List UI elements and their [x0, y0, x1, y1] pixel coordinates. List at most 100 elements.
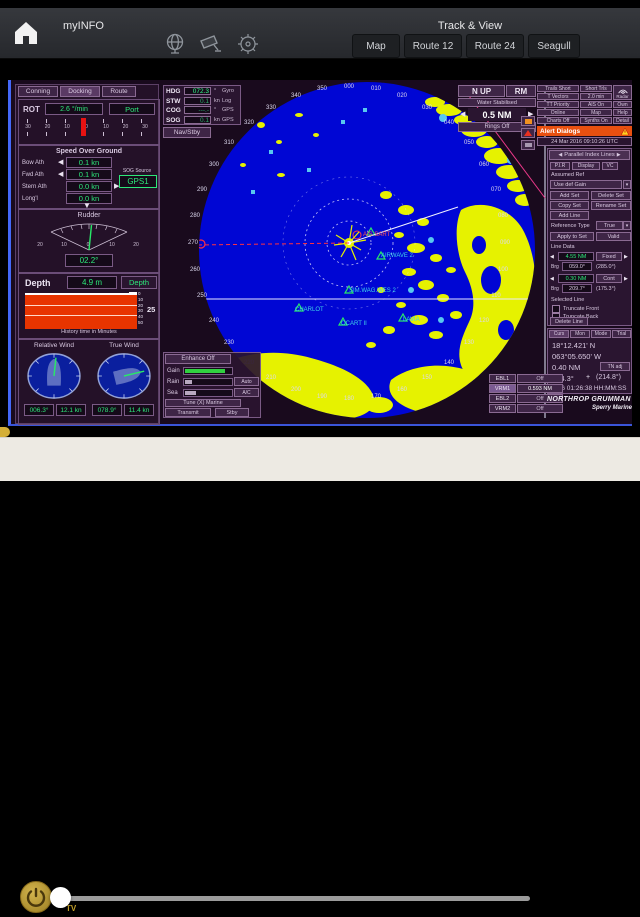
- conning-tab-conning[interactable]: Conning: [18, 86, 58, 97]
- menu-value[interactable]: 2.0 min: [580, 93, 612, 100]
- brilliance-icon: [525, 119, 532, 124]
- globe-icon[interactable]: [164, 32, 186, 61]
- tab-map[interactable]: Map: [352, 34, 400, 58]
- menu-value[interactable]: Synths On: [580, 117, 612, 124]
- line2-next-icon[interactable]: [624, 276, 628, 283]
- menu-item[interactable]: Trails Short: [537, 85, 579, 92]
- menu-value[interactable]: Map: [580, 109, 612, 116]
- alert-bar[interactable]: Alert Dialogs: [537, 126, 632, 136]
- copy-set-button[interactable]: Copy Set: [550, 201, 589, 210]
- enhance-button[interactable]: Enhance Off: [165, 354, 231, 364]
- pi-header[interactable]: Parallel Index Lines: [549, 150, 630, 160]
- true-wind-speed: 11.4 kn: [124, 404, 154, 416]
- line1-prev-icon[interactable]: [550, 254, 554, 261]
- cursor-tab-trial[interactable]: Trial: [612, 330, 631, 338]
- conning-tab-route[interactable]: Route: [102, 86, 136, 97]
- line2-mode[interactable]: Cont: [596, 274, 622, 283]
- tab-route-12[interactable]: Route 12: [404, 34, 462, 58]
- valid-select[interactable]: Valid: [596, 232, 631, 241]
- add-set-button[interactable]: Add Set: [550, 191, 589, 200]
- delete-set-button[interactable]: Delete Set: [591, 191, 631, 200]
- tab-seagull[interactable]: Seagull: [528, 34, 580, 58]
- assumed-ref-dropdown-icon[interactable]: [623, 180, 631, 189]
- sea-slider[interactable]: [183, 389, 233, 397]
- menu-item[interactable]: TT Priority: [537, 101, 579, 108]
- tab-route-24[interactable]: Route 24: [466, 34, 524, 58]
- cursor-tab-mon[interactable]: Mon: [570, 330, 590, 338]
- alarm-button[interactable]: [521, 128, 535, 138]
- rain-slider[interactable]: [183, 378, 233, 386]
- ebl-vrm-label[interactable]: EBL1: [489, 374, 516, 383]
- depth-axis-label: 20: [138, 303, 143, 308]
- line1-mode[interactable]: Fixed: [596, 252, 622, 261]
- menu-item[interactable]: T Vectors: [537, 93, 579, 100]
- line2-prev-icon[interactable]: [550, 276, 554, 283]
- depth-button[interactable]: Depth: [121, 276, 157, 289]
- reference-type-select[interactable]: True: [596, 221, 623, 230]
- rot-scale-label: 30: [21, 124, 35, 130]
- conning-tab-docking[interactable]: Docking: [60, 86, 100, 97]
- tn-adjust-button[interactable]: TN adj: [600, 362, 630, 371]
- nav-stby-button[interactable]: Nav/Stby: [163, 127, 211, 138]
- timeline-slider-knob[interactable]: [50, 887, 71, 908]
- sea-ac-button[interactable]: A/C: [234, 388, 259, 397]
- menu-value[interactable]: Short Trls: [580, 85, 612, 92]
- brand-division: Sperry Marine: [547, 405, 632, 411]
- depth-caption: History time in Minutes: [19, 329, 159, 335]
- arrow-left-icon[interactable]: [58, 159, 63, 166]
- depth-marker: 25: [147, 305, 155, 314]
- motion-mode[interactable]: RM: [506, 85, 536, 97]
- line2-brg-label: Brg: [551, 286, 559, 292]
- depth-axis-label: 50: [138, 320, 143, 325]
- menu-side-help[interactable]: Help: [613, 109, 632, 116]
- reference-type-dropdown-icon[interactable]: [623, 221, 631, 230]
- ebl-vrm-label[interactable]: EBL2: [489, 394, 516, 403]
- range-decrease-button[interactable]: [460, 111, 465, 118]
- cursor-tab-curs[interactable]: Curs: [549, 330, 569, 338]
- stabilisation-mode[interactable]: Water Stabilised: [458, 98, 536, 107]
- rudder-scale-label: 0: [81, 242, 95, 248]
- power-button[interactable]: [20, 881, 52, 913]
- tools-button[interactable]: [521, 140, 535, 150]
- transmit-button[interactable]: Transmit: [165, 408, 211, 417]
- apply-to-set-button[interactable]: Apply to Set: [550, 232, 594, 241]
- arrow-down-icon[interactable]: [83, 202, 91, 209]
- camera-icon[interactable]: [199, 32, 223, 61]
- home-button[interactable]: [12, 20, 40, 46]
- menu-value[interactable]: AIS On: [580, 101, 612, 108]
- standby-button[interactable]: Stby: [215, 408, 249, 417]
- ebl-vrm-row: VRM10.593 NM: [489, 384, 563, 393]
- footer-bar: TV: [0, 437, 640, 481]
- depth-axis-label: 0: [138, 291, 141, 296]
- brilliance-button[interactable]: [521, 116, 535, 126]
- sog-source-value[interactable]: GPS1: [119, 175, 157, 188]
- assumed-ref-select[interactable]: Use def Gain: [550, 180, 622, 189]
- rain-auto-button[interactable]: Auto: [234, 377, 259, 386]
- menu-side-own[interactable]: Own: [613, 101, 632, 108]
- rename-set-button[interactable]: Rename Set: [591, 201, 631, 210]
- pi-mode-vc[interactable]: VC: [602, 162, 618, 170]
- gain-slider[interactable]: [183, 367, 233, 375]
- menu-item[interactable]: Online: [537, 109, 579, 116]
- timeline-slider-track[interactable]: [56, 896, 530, 901]
- menu-row: Trails ShortShort Trls: [537, 85, 612, 92]
- cursor-tab-mode[interactable]: Mode: [591, 330, 611, 338]
- panel-next-icon[interactable]: [617, 152, 621, 158]
- add-line-button[interactable]: Add Line: [550, 211, 589, 220]
- edge-tab[interactable]: [0, 427, 10, 437]
- line1-next-icon[interactable]: [624, 254, 628, 261]
- ebl-vrm-label[interactable]: VRM1: [489, 384, 516, 393]
- pi-mode-display[interactable]: Display: [572, 162, 600, 170]
- panel-prev-icon[interactable]: [558, 152, 562, 158]
- ebl-vrm-label[interactable]: VRM2: [489, 404, 516, 413]
- helm-wheel-icon[interactable]: [236, 32, 260, 61]
- truncate-front-checkbox[interactable]: Truncate Front: [552, 305, 599, 313]
- orientation-mode[interactable]: N UP: [458, 85, 505, 97]
- menu-item[interactable]: Charts Off: [537, 117, 579, 124]
- menu-side-detail[interactable]: Detail: [613, 117, 632, 124]
- depth-axis-label: 10: [138, 297, 143, 302]
- pi-mode-pir[interactable]: P.I.R: [550, 162, 570, 170]
- delete-line-button[interactable]: Delete Line: [550, 317, 588, 326]
- true-wind-title: True Wind: [89, 342, 159, 349]
- arrow-left-icon[interactable]: [58, 171, 63, 178]
